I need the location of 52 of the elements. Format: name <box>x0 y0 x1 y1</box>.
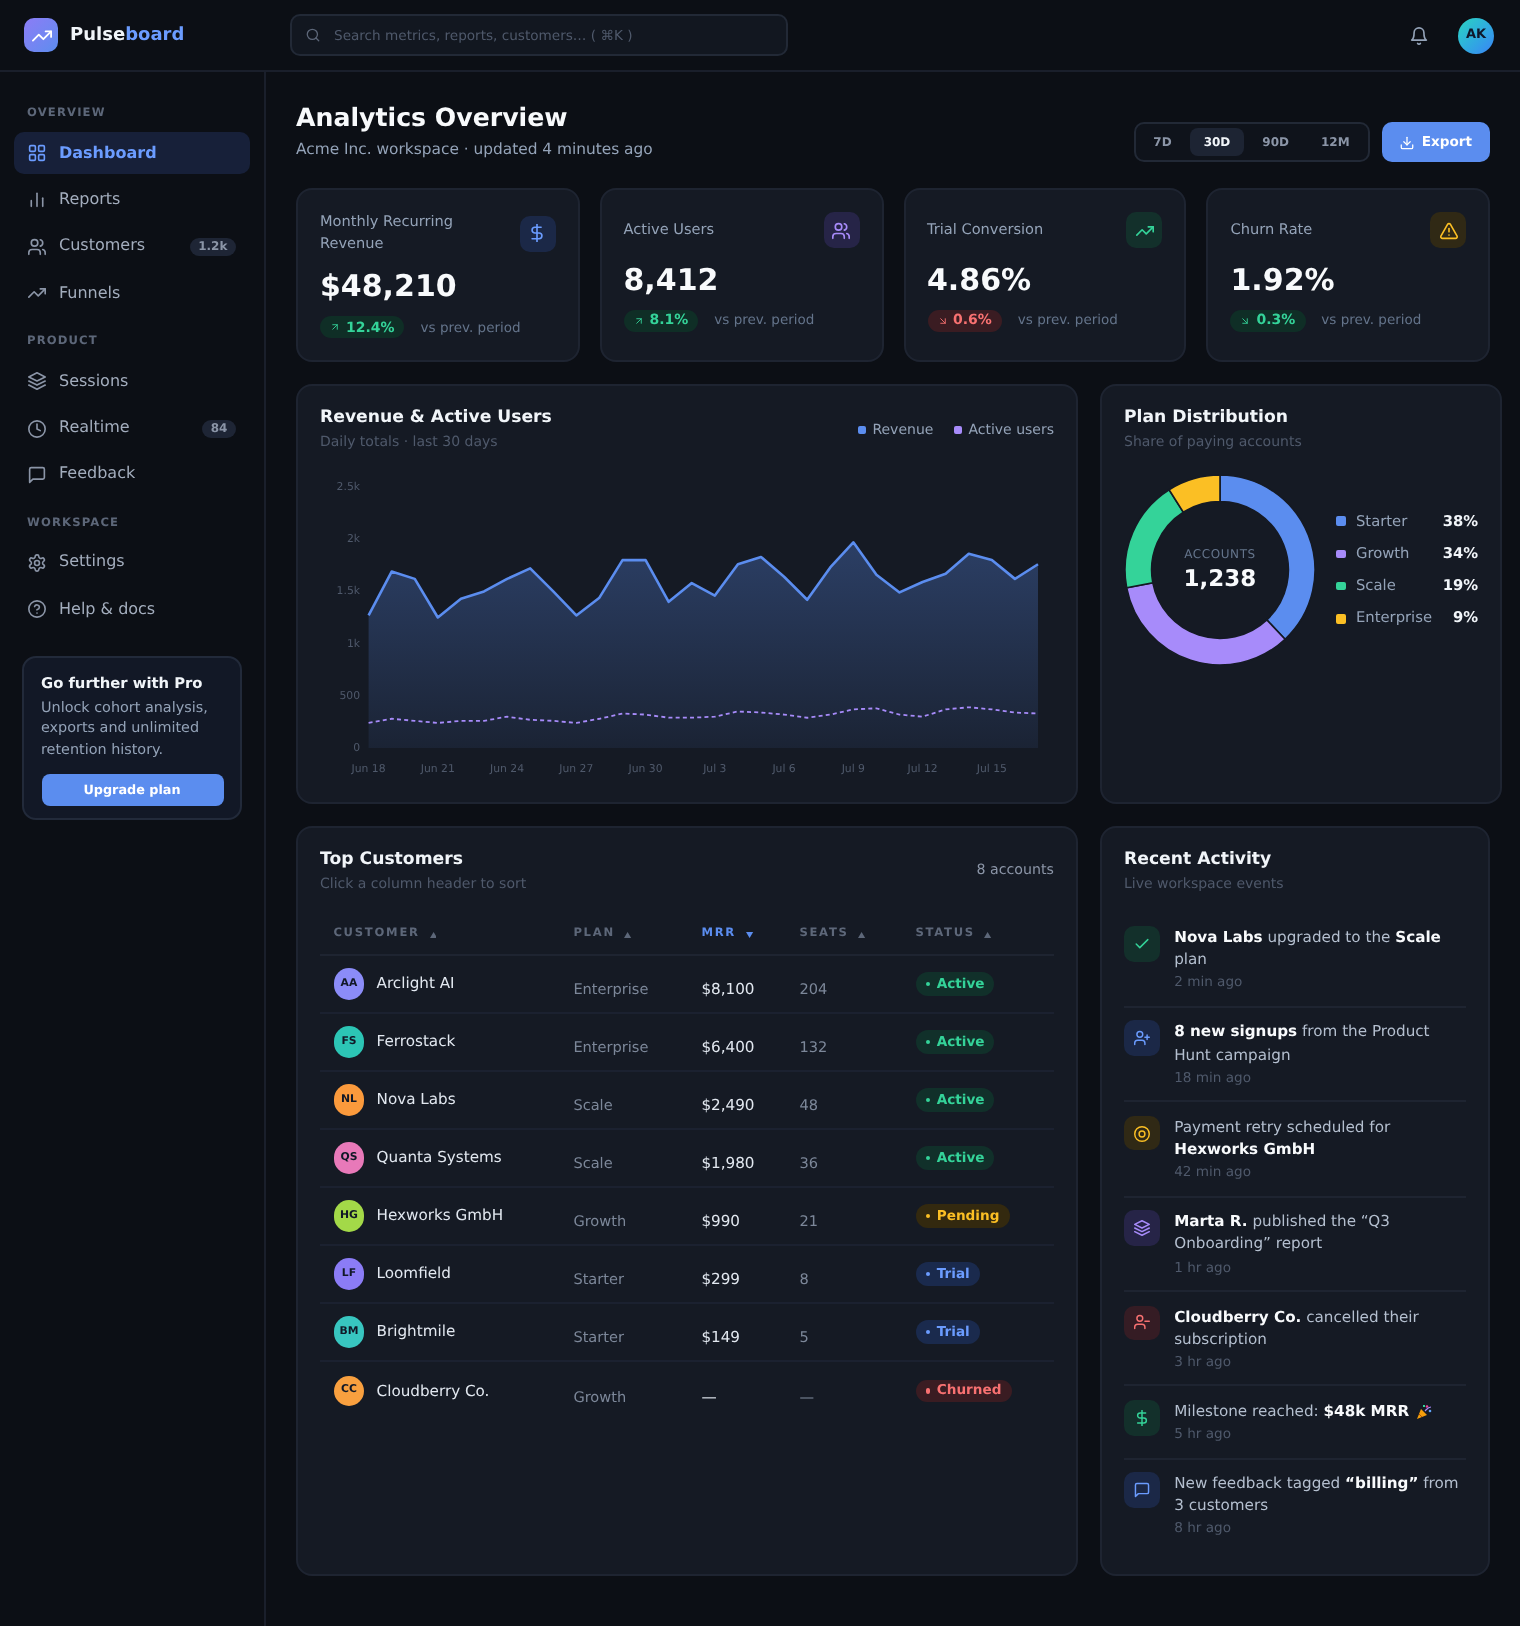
users-icon <box>27 237 45 256</box>
nav-item[interactable]: Settings <box>14 541 250 584</box>
download-icon <box>1399 135 1414 149</box>
trend-up-icon <box>27 284 45 303</box>
dollar-icon <box>519 215 556 252</box>
logo-icon <box>24 18 58 52</box>
arrow-down-right-icon <box>1240 316 1251 326</box>
warning-icon <box>1430 212 1466 248</box>
arrow-up-right-icon <box>633 316 644 326</box>
party-popper-icon <box>1415 1403 1432 1420</box>
nav-item[interactable]: Help & docs <box>14 588 250 631</box>
check-icon <box>1124 926 1160 962</box>
sort-up-icon <box>984 931 993 937</box>
layers-icon <box>1124 1210 1160 1246</box>
sort-up-icon <box>429 931 437 937</box>
target-icon <box>1124 1115 1160 1151</box>
kpi-value: $48,210 <box>320 268 459 305</box>
trend-up-icon <box>1126 212 1163 248</box>
brand-name: Pulseboard <box>70 23 185 47</box>
nav-item[interactable]: Dashboard <box>14 132 250 174</box>
card-title: Top Customers <box>320 849 465 871</box>
sort-down-icon <box>746 931 754 937</box>
users-icon <box>823 212 859 248</box>
nav-item[interactable]: Funnels <box>14 272 250 315</box>
bar-chart-icon <box>27 190 45 209</box>
kpi-value: 1.92% <box>1230 262 1337 298</box>
search-icon <box>306 28 320 42</box>
page-title: Analytics Overview <box>296 102 570 134</box>
sort-up-icon <box>858 931 866 937</box>
layers-icon <box>27 372 45 391</box>
kpi-value: 4.86% <box>927 262 1034 298</box>
grid-icon <box>27 144 45 162</box>
arrow-up-right-icon <box>330 322 340 333</box>
user-plus-icon <box>1124 1020 1160 1056</box>
settings-icon <box>27 553 45 572</box>
sort-up-icon <box>624 931 633 937</box>
nav-item[interactable]: Reports <box>14 178 250 221</box>
bell-icon[interactable] <box>1410 25 1428 45</box>
center-value: 1,238 <box>1183 564 1257 592</box>
clock-icon <box>27 419 45 438</box>
nav-item[interactable]: Feedback <box>14 453 250 496</box>
dollar-icon <box>1124 1399 1160 1436</box>
nav-item[interactable]: Sessions <box>14 360 250 403</box>
help-icon <box>27 600 45 619</box>
kpi-value: 8,412 <box>623 262 721 298</box>
message-icon <box>27 465 45 484</box>
user-minus-icon <box>1124 1305 1160 1341</box>
arrow-down-right-icon <box>937 316 947 326</box>
card-title: Recent Activity <box>1124 849 1274 871</box>
card-title: Plan Distribution <box>1124 407 1290 429</box>
message-icon <box>1124 1472 1160 1508</box>
card-title: Revenue & Active Users <box>320 407 552 429</box>
